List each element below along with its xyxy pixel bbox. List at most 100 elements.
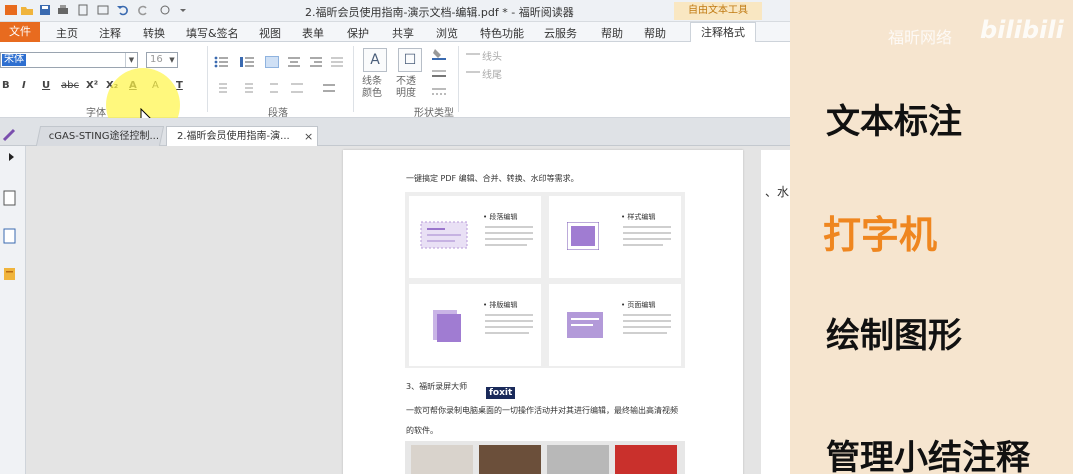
line-end-label: 线尾 <box>482 70 502 81</box>
tab-browse[interactable]: 浏览 <box>436 25 458 41</box>
card-text-line <box>623 226 671 228</box>
indent-decrease-icon[interactable] <box>214 82 228 94</box>
tab-help-1[interactable]: 帮助 <box>601 25 623 41</box>
properties-icon[interactable] <box>96 3 110 17</box>
tab-cloud[interactable]: 云服务 <box>544 25 577 41</box>
tab-comment-format[interactable]: 注释格式 <box>690 22 756 43</box>
tab-comment[interactable]: 注释 <box>99 25 121 41</box>
font-family-select[interactable]: 宋体 ▼ <box>0 52 138 68</box>
card-text-line <box>485 238 533 240</box>
screenshot-strip <box>405 441 685 474</box>
card-text-line <box>485 244 527 246</box>
tab-fill-sign[interactable]: 填写&签名 <box>186 25 239 41</box>
card-title: • 排版编辑 <box>483 301 518 309</box>
group-label-font: 字体 <box>86 108 106 119</box>
undo-icon[interactable] <box>116 3 130 17</box>
section-description: 一款可帮你录制电脑桌面的一切操作活动并对其进行编辑，最终输出高清视频 <box>406 406 678 415</box>
bookmarks-panel-icon[interactable] <box>3 228 16 244</box>
thumbnail-image <box>615 445 677 474</box>
layout-edit-illustration <box>433 310 461 342</box>
tab-share[interactable]: 共享 <box>392 25 414 41</box>
feature-card: • 样式编辑 <box>549 196 681 278</box>
context-tab-freetext-tools[interactable]: 自由文本工具 <box>674 2 762 20</box>
line-width-icon[interactable] <box>432 86 446 98</box>
indent-increase-icon[interactable] <box>240 82 254 94</box>
font-size-select[interactable]: 16 ▼ <box>146 52 178 68</box>
chevron-down-icon[interactable]: ▼ <box>167 53 177 67</box>
pages-panel-icon[interactable] <box>3 190 16 206</box>
navigation-panel <box>0 146 26 474</box>
card-text-line <box>623 332 667 334</box>
line-spacing-icon[interactable] <box>265 82 279 94</box>
feature-card: • 页面编辑 <box>549 284 681 366</box>
tab-form[interactable]: 表单 <box>302 25 324 41</box>
line-start-label: 线头 <box>482 52 502 63</box>
card-text-line <box>623 326 671 328</box>
save-icon[interactable] <box>38 3 52 17</box>
chevron-down-icon[interactable]: ▼ <box>125 53 137 67</box>
card-title: • 样式编辑 <box>621 213 656 221</box>
topic-draw-shapes: 绘制图形 <box>826 316 962 356</box>
open-icon[interactable] <box>20 3 34 17</box>
bilibili-logo: bilibili <box>980 16 1064 44</box>
channel-watermark: 福昕网络 <box>888 28 953 47</box>
opacity-button[interactable]: ☐ <box>398 48 422 72</box>
new-icon[interactable] <box>76 3 90 17</box>
tab-help-2[interactable]: 帮助 <box>644 25 666 41</box>
text-direction-icon[interactable] <box>322 82 336 94</box>
close-icon[interactable]: × <box>304 130 313 143</box>
border-color-button[interactable]: A <box>363 48 387 72</box>
card-text-line <box>623 320 671 322</box>
card-text-line <box>623 238 671 240</box>
expand-panel-icon[interactable] <box>8 152 16 162</box>
thumbnail-image <box>411 445 473 474</box>
line-style-icon[interactable] <box>432 68 446 80</box>
card-title: • 段落编辑 <box>483 213 518 221</box>
bullet-list-icon[interactable] <box>214 56 228 68</box>
group-label-paragraph: 段落 <box>268 108 288 119</box>
tab-view[interactable]: 视图 <box>259 25 281 41</box>
align-left-icon[interactable] <box>265 56 279 68</box>
start-page-icon[interactable] <box>2 128 16 142</box>
strikethrough-button[interactable]: abc <box>61 80 79 91</box>
document-title: 2.福昕会员使用指南-演示文档-编辑.pdf * - 福昕阅读器 <box>305 6 574 19</box>
hand-tool-icon[interactable] <box>158 3 172 17</box>
tab-document-1[interactable]: cGAS-STING途径控制... <box>35 126 165 146</box>
card-text-line <box>485 332 529 334</box>
tab-protect[interactable]: 保护 <box>347 25 369 41</box>
card-text-line <box>623 244 663 246</box>
bold-button[interactable]: B <box>2 80 10 91</box>
tab-convert[interactable]: 转换 <box>143 25 165 41</box>
tab-file[interactable]: 文件 <box>0 22 40 42</box>
page-intro-text: 一键搞定 PDF 编辑、合并、转换、水印等需求。 <box>406 174 579 183</box>
feature-card: • 排版编辑 <box>409 284 541 366</box>
foxit-reader-window: 2.福昕会员使用指南-演示文档-编辑.pdf * - 福昕阅读器 自由文本工具 … <box>0 0 790 474</box>
tab-document-2[interactable]: 2.福昕会员使用指南-演... <box>166 126 318 146</box>
line-start-icon[interactable] <box>466 48 480 60</box>
print-icon[interactable] <box>56 3 70 17</box>
text-style-button[interactable]: T <box>176 80 183 91</box>
align-justify-icon[interactable] <box>330 56 344 68</box>
card-text-line <box>623 314 671 316</box>
numbered-list-icon[interactable] <box>240 56 254 68</box>
line-end-icon[interactable] <box>466 66 480 78</box>
tab-home[interactable]: 主页 <box>56 25 78 41</box>
card-text-line <box>485 232 533 234</box>
tab-features[interactable]: 特色功能 <box>480 25 524 41</box>
italic-button[interactable]: I <box>22 80 26 91</box>
align-right-icon[interactable] <box>309 56 323 68</box>
fill-color-icon[interactable] <box>432 48 446 60</box>
paragraph-edit-illustration <box>420 221 468 249</box>
paragraph-spacing-icon[interactable] <box>290 82 304 94</box>
align-center-icon[interactable] <box>287 56 301 68</box>
superscript-button[interactable]: X² <box>86 80 98 91</box>
card-text-line <box>485 226 533 228</box>
group-separator <box>207 46 208 112</box>
underline-button[interactable]: U <box>42 80 50 91</box>
style-edit-illustration <box>567 222 599 250</box>
group-separator <box>458 46 459 112</box>
title-bar: 2.福昕会员使用指南-演示文档-编辑.pdf * - 福昕阅读器 自由文本工具 <box>0 0 790 22</box>
customize-dropdown-icon[interactable] <box>176 3 190 17</box>
layers-panel-icon[interactable] <box>3 266 16 282</box>
redo-icon[interactable] <box>136 3 150 17</box>
